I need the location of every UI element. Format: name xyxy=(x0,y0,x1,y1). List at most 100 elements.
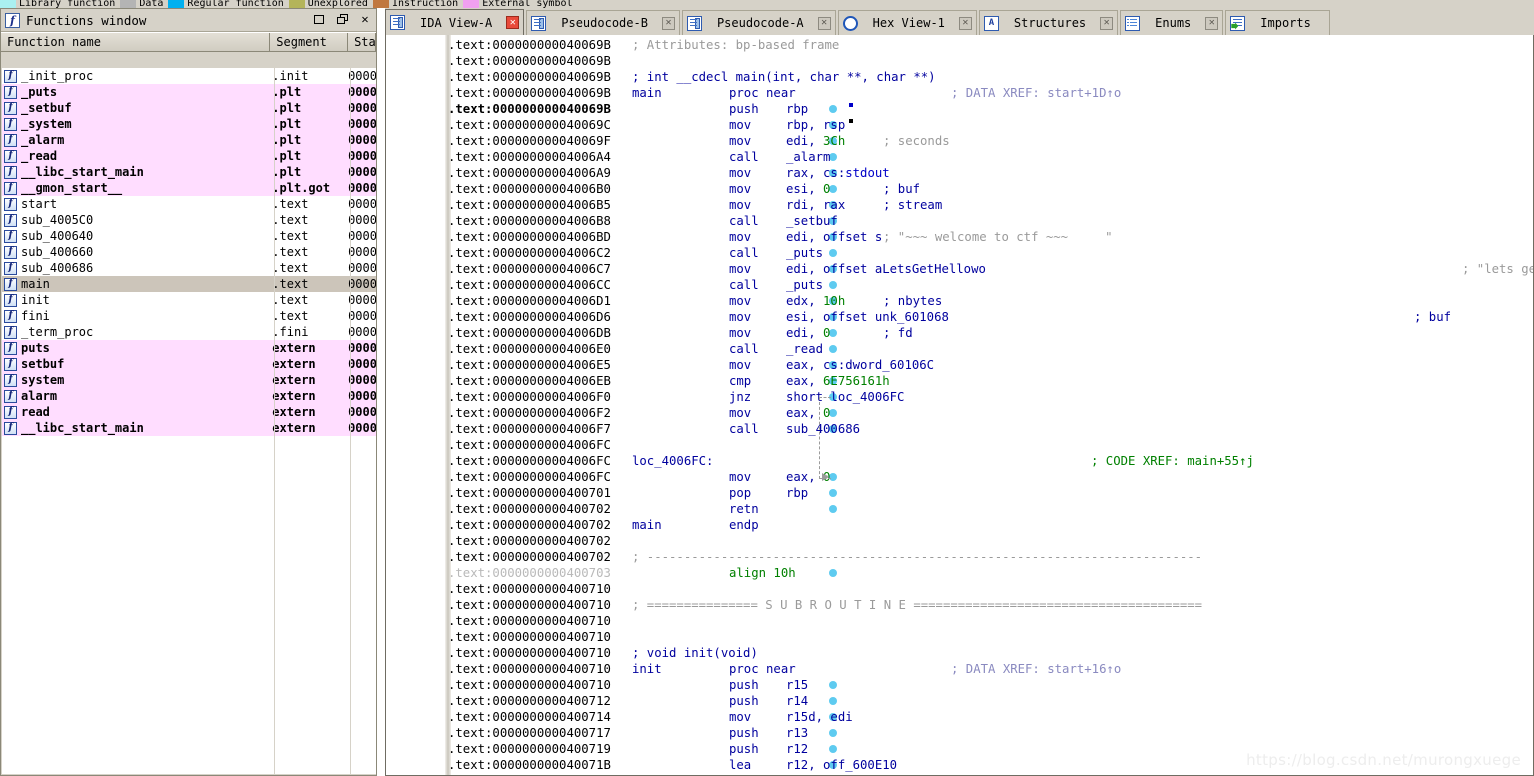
disassembly-line[interactable]: .text:0000000000400710 xyxy=(386,613,1533,629)
disassembly-line[interactable]: .text:00000000004006F7 call sub_400686 xyxy=(386,421,1533,437)
instruction-operands[interactable]: edi, 3Ch xyxy=(786,133,845,149)
column-header-start[interactable]: Sta xyxy=(348,33,376,51)
instruction-operands[interactable]: r13 xyxy=(786,725,808,741)
instruction-operands[interactable]: rbp xyxy=(786,485,808,501)
instruction-operands[interactable]: _puts xyxy=(786,245,823,261)
instruction-operands[interactable]: edi, 0 xyxy=(786,325,830,341)
disassembly-line[interactable]: .text:00000000004006C7 mov edi, offset aLe… xyxy=(386,261,1533,277)
table-row[interactable]: f __gmon_start__ .plt.got 0000 xyxy=(2,180,376,196)
table-row[interactable]: f read extern 0000 xyxy=(2,404,376,420)
disassembly-line[interactable]: .text:0000000000400702 retn xyxy=(386,501,1533,517)
disassembly-line[interactable]: .text:00000000004006A4 call _alarm xyxy=(386,149,1533,165)
disassembly-line[interactable]: .text:000000000040069B ; int __cdecl main… xyxy=(386,69,1533,85)
tab-close-icon[interactable]: ✕ xyxy=(817,16,831,30)
instruction-operands[interactable]: r12 xyxy=(786,741,808,757)
instruction-operands[interactable]: short loc_4006FC xyxy=(786,389,904,405)
instruction-operands[interactable]: _alarm xyxy=(786,149,830,165)
disassembly-line[interactable]: .text:00000000004006A9 mov rax, cs:stdout xyxy=(386,165,1533,181)
instruction-operands[interactable]: edi, offset s xyxy=(786,229,882,245)
disassembly-line[interactable]: .text:0000000000400702 ; ----------------… xyxy=(386,549,1533,565)
table-row[interactable]: f setbuf extern 0000 xyxy=(2,356,376,372)
instruction-operands[interactable]: esi, offset unk_601068 xyxy=(786,309,949,325)
disassembly-line[interactable]: .text:00000000004006E5 mov eax, cs:dword_6… xyxy=(386,357,1533,373)
disassembly-line[interactable]: .text:0000000000400710 init proc near ; DAT… xyxy=(386,661,1533,677)
disassembly-line[interactable]: .text:0000000000400710 xyxy=(386,629,1533,645)
instruction-operands[interactable]: edx, 10h xyxy=(786,293,845,309)
tab-ida-view-a[interactable]: IDA View-A ✕ xyxy=(385,9,525,35)
disassembly-line[interactable]: .text:000000000040069F mov edi, 3Ch ; secon… xyxy=(386,133,1533,149)
disassembly-line[interactable]: .text:0000000000400710 push r15 xyxy=(386,677,1533,693)
table-row[interactable]: f sub_400686 .text 0000 xyxy=(2,260,376,276)
table-row[interactable]: f init .text 0000 xyxy=(2,292,376,308)
disassembly-line[interactable]: .text:00000000004006B8 call _setbuf xyxy=(386,213,1533,229)
disassembly-line[interactable]: .text:000000000040069B xyxy=(386,53,1533,69)
disassembly-line[interactable]: .text:00000000004006B0 mov esi, 0 ; buf xyxy=(386,181,1533,197)
instruction-operands[interactable]: _puts xyxy=(786,277,823,293)
disassembly-line[interactable]: .text:00000000004006E0 call _read xyxy=(386,341,1533,357)
disassembly-line[interactable]: .text:0000000000400712 push r14 xyxy=(386,693,1533,709)
disassembly-line[interactable]: .text:00000000004006D1 mov edx, 10h ; nbyte… xyxy=(386,293,1533,309)
view-tab-bar[interactable]: IDA View-A ✕ Pseudocode-B ✕ Pseudocode-A ✕ Hex… xyxy=(385,8,1534,35)
disassembly-line[interactable]: .text:00000000004006EB cmp eax, 6E756161h xyxy=(386,373,1533,389)
disassembly-line[interactable]: .text:00000000004006DB mov edi, 0 ; fd xyxy=(386,325,1533,341)
table-row[interactable]: f sub_400640 .text 0000 xyxy=(2,228,376,244)
instruction-operands[interactable]: rbp, rsp xyxy=(786,117,845,133)
disassembly-line[interactable]: .text:0000000000400702 xyxy=(386,533,1533,549)
tab-close-icon[interactable]: ✕ xyxy=(958,16,972,30)
table-row[interactable]: f alarm extern 0000 xyxy=(2,388,376,404)
functions-list[interactable]: f _init_proc .init 0000 f _puts .plt 0000 f _setb… xyxy=(2,68,376,774)
disassembly-line[interactable]: .text:0000000000400714 mov r15d, edi xyxy=(386,709,1533,725)
table-row[interactable]: f system extern 0000 xyxy=(2,372,376,388)
close-icon[interactable]: ✕ xyxy=(358,11,372,27)
minimize-icon[interactable] xyxy=(312,11,326,27)
instruction-operands[interactable]: rax, cs:stdout xyxy=(786,165,890,181)
disassembly-line[interactable]: .text:0000000000400702 main endp xyxy=(386,517,1533,533)
table-row[interactable]: f _system .plt 0000 xyxy=(2,116,376,132)
disassembly-line[interactable]: .text:000000000040069B push rbp xyxy=(386,101,1533,117)
column-header-function-name[interactable]: Function name xyxy=(1,33,271,51)
instruction-operands[interactable]: r15 xyxy=(786,677,808,693)
code-label[interactable]: main xyxy=(632,85,662,101)
tab-close-icon[interactable]: ✕ xyxy=(1100,16,1114,30)
tab-pseudocode-b[interactable]: Pseudocode-B ✕ xyxy=(526,10,680,35)
tab-enums[interactable]: Enums ✕ xyxy=(1120,10,1224,35)
instruction-operands[interactable]: esi, 0 xyxy=(786,181,830,197)
disassembly-view[interactable]: .text:000000000040069B ; Attributes: bp-b… xyxy=(385,35,1534,776)
instruction-operands[interactable]: rbp xyxy=(786,101,808,117)
instruction-operands[interactable]: eax, 6E756161h xyxy=(786,373,890,389)
disassembly-line[interactable]: .text:00000000004006FC xyxy=(386,437,1533,453)
restore-icon[interactable] xyxy=(335,11,349,27)
tab-close-icon[interactable]: ✕ xyxy=(1205,16,1219,30)
instruction-operands[interactable]: _setbuf xyxy=(786,213,838,229)
disassembly-line[interactable]: .text:00000000004006D6 mov esi, offset unk… xyxy=(386,309,1533,325)
disassembly-line[interactable]: .text:0000000000400703 align 10h xyxy=(386,565,1533,581)
table-row[interactable]: f _alarm .plt 0000 xyxy=(2,132,376,148)
table-row[interactable]: f _setbuf .plt 0000 xyxy=(2,100,376,116)
code-label[interactable]: main xyxy=(632,517,662,533)
disassembly-line[interactable]: .text:000000000040069C mov rbp, rsp xyxy=(386,117,1533,133)
disassembly-line[interactable]: .text:0000000000400710 xyxy=(386,581,1533,597)
instruction-operands[interactable]: _read xyxy=(786,341,823,357)
code-label[interactable]: loc_4006FC: xyxy=(632,453,713,469)
table-row[interactable]: f _term_proc .fini 0000 xyxy=(2,324,376,340)
disassembly-line[interactable]: .text:000000000040069B main proc near ; DAT… xyxy=(386,85,1533,101)
disassembly-line[interactable]: .text:000000000040069B ; Attributes: bp-b… xyxy=(386,37,1533,53)
disassembly-line[interactable]: .text:0000000000400701 pop rbp xyxy=(386,485,1533,501)
table-row[interactable]: f main .text 0000 xyxy=(2,276,376,292)
disassembly-line[interactable]: .text:00000000004006C2 call _puts xyxy=(386,245,1533,261)
disassembly-line[interactable]: .text:0000000000400710 ; =============== … xyxy=(386,597,1533,613)
xref-comment[interactable]: ; DATA XREF: start+16↑o xyxy=(951,661,1121,677)
tab-close-icon[interactable]: ✕ xyxy=(506,16,520,29)
table-row[interactable]: f _read .plt 0000 xyxy=(2,148,376,164)
instruction-operands[interactable]: eax, cs:dword_60106C xyxy=(786,357,934,373)
instruction-operands[interactable]: r14 xyxy=(786,693,808,709)
tab-imports[interactable]: Imports xyxy=(1225,10,1330,35)
table-row[interactable]: f start .text 0000 xyxy=(2,196,376,212)
instruction-operands[interactable]: r15d, edi xyxy=(786,709,853,725)
table-row[interactable]: f sub_4005C0 .text 0000 xyxy=(2,212,376,228)
disassembly-line[interactable]: .text:00000000004006CC call _puts xyxy=(386,277,1533,293)
tab-close-icon[interactable]: ✕ xyxy=(661,16,675,30)
table-row[interactable]: f _init_proc .init 0000 xyxy=(2,68,376,84)
disassembly-line[interactable]: .text:00000000004006BD mov edi, offset s; … xyxy=(386,229,1533,245)
disassembly-line[interactable]: .text:00000000004006FC loc_4006FC: ; CODE … xyxy=(386,453,1533,469)
